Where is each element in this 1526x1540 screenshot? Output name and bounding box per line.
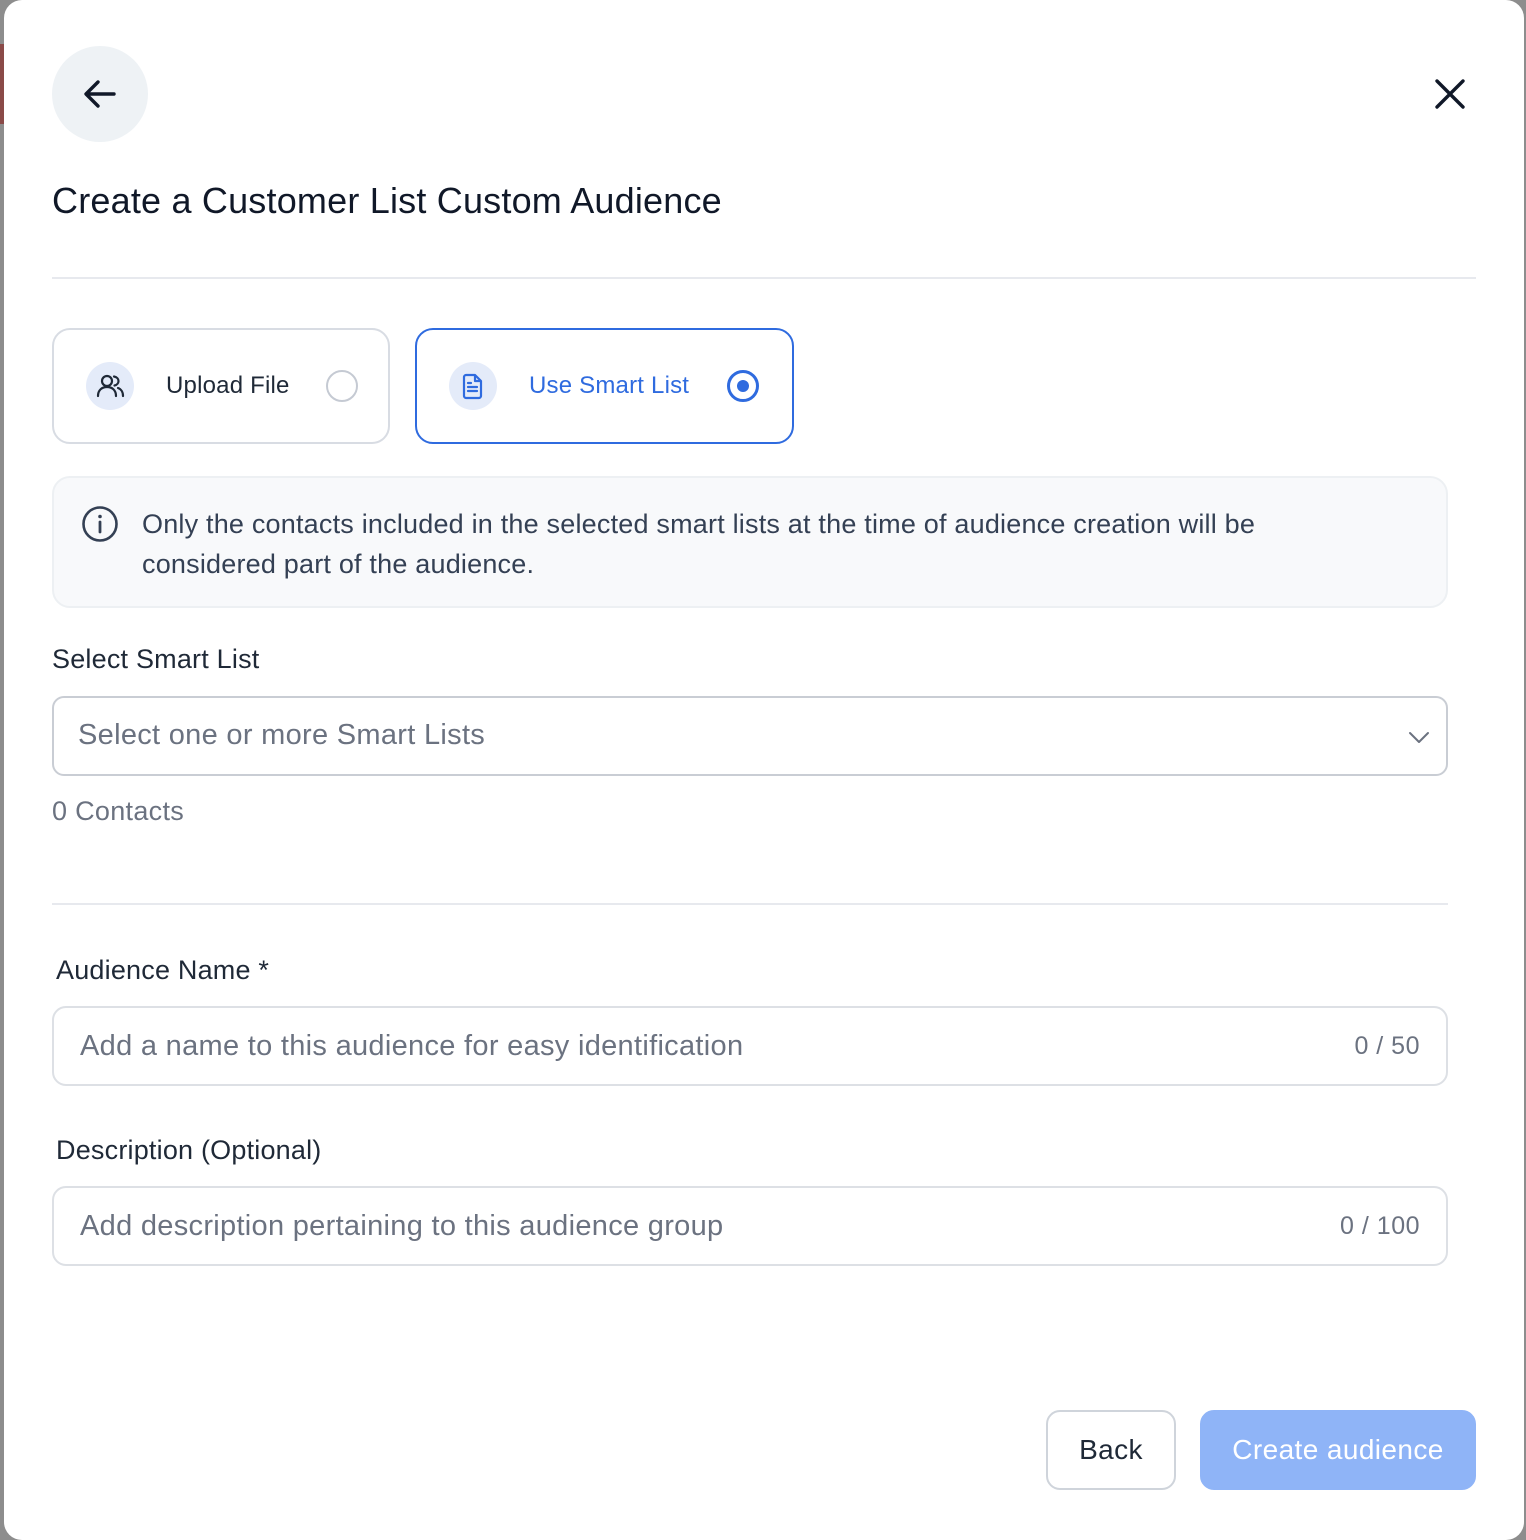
description-input[interactable] — [80, 1204, 1280, 1248]
select-smart-list-label: Select Smart List — [52, 644, 260, 674]
document-icon-badge — [449, 362, 497, 410]
smart-list-select[interactable]: Select one or more Smart Lists — [52, 696, 1448, 776]
contacts-count: 0 Contacts — [52, 796, 185, 826]
users-icon — [96, 374, 125, 398]
header-divider — [52, 277, 1476, 279]
create-audience-button[interactable]: Create audience — [1200, 1410, 1476, 1490]
close-button[interactable] — [1428, 72, 1472, 116]
audience-name-label: Audience Name * — [56, 955, 270, 985]
back-arrow-button[interactable] — [52, 46, 148, 142]
section-divider — [52, 903, 1448, 905]
chevron-down-icon — [1409, 732, 1429, 743]
arrow-left-icon — [84, 80, 116, 108]
users-icon-badge — [86, 362, 134, 410]
back-button[interactable]: Back — [1046, 1410, 1176, 1490]
info-text: Only the contacts included in the select… — [142, 509, 1256, 579]
option-upload-file-label: Upload File — [166, 372, 290, 399]
description-field[interactable]: 0 / 100 — [52, 1186, 1448, 1266]
modal-title: Create a Customer List Custom Audience — [52, 180, 722, 221]
option-use-smart-list[interactable]: Use Smart List — [415, 328, 794, 444]
document-icon — [462, 373, 483, 400]
radio-selected-dot — [737, 380, 749, 392]
audience-name-input[interactable] — [80, 1024, 1280, 1068]
option-use-smart-list-label: Use Smart List — [529, 372, 690, 399]
option-upload-file[interactable]: Upload File — [52, 328, 390, 444]
radio-use-smart-list[interactable] — [727, 370, 759, 402]
description-label: Description (Optional) — [56, 1135, 322, 1165]
audience-name-field[interactable]: 0 / 50 — [52, 1006, 1448, 1086]
close-icon — [1435, 79, 1465, 109]
info-icon — [82, 506, 118, 542]
audience-name-counter: 0 / 50 — [1354, 1032, 1420, 1060]
smart-list-select-placeholder: Select one or more Smart Lists — [78, 719, 486, 751]
description-counter: 0 / 100 — [1340, 1212, 1420, 1240]
info-banner: Only the contacts included in the select… — [52, 476, 1448, 608]
create-audience-modal: Create a Customer List Custom Audience U… — [4, 0, 1524, 1540]
radio-upload-file[interactable] — [326, 370, 358, 402]
